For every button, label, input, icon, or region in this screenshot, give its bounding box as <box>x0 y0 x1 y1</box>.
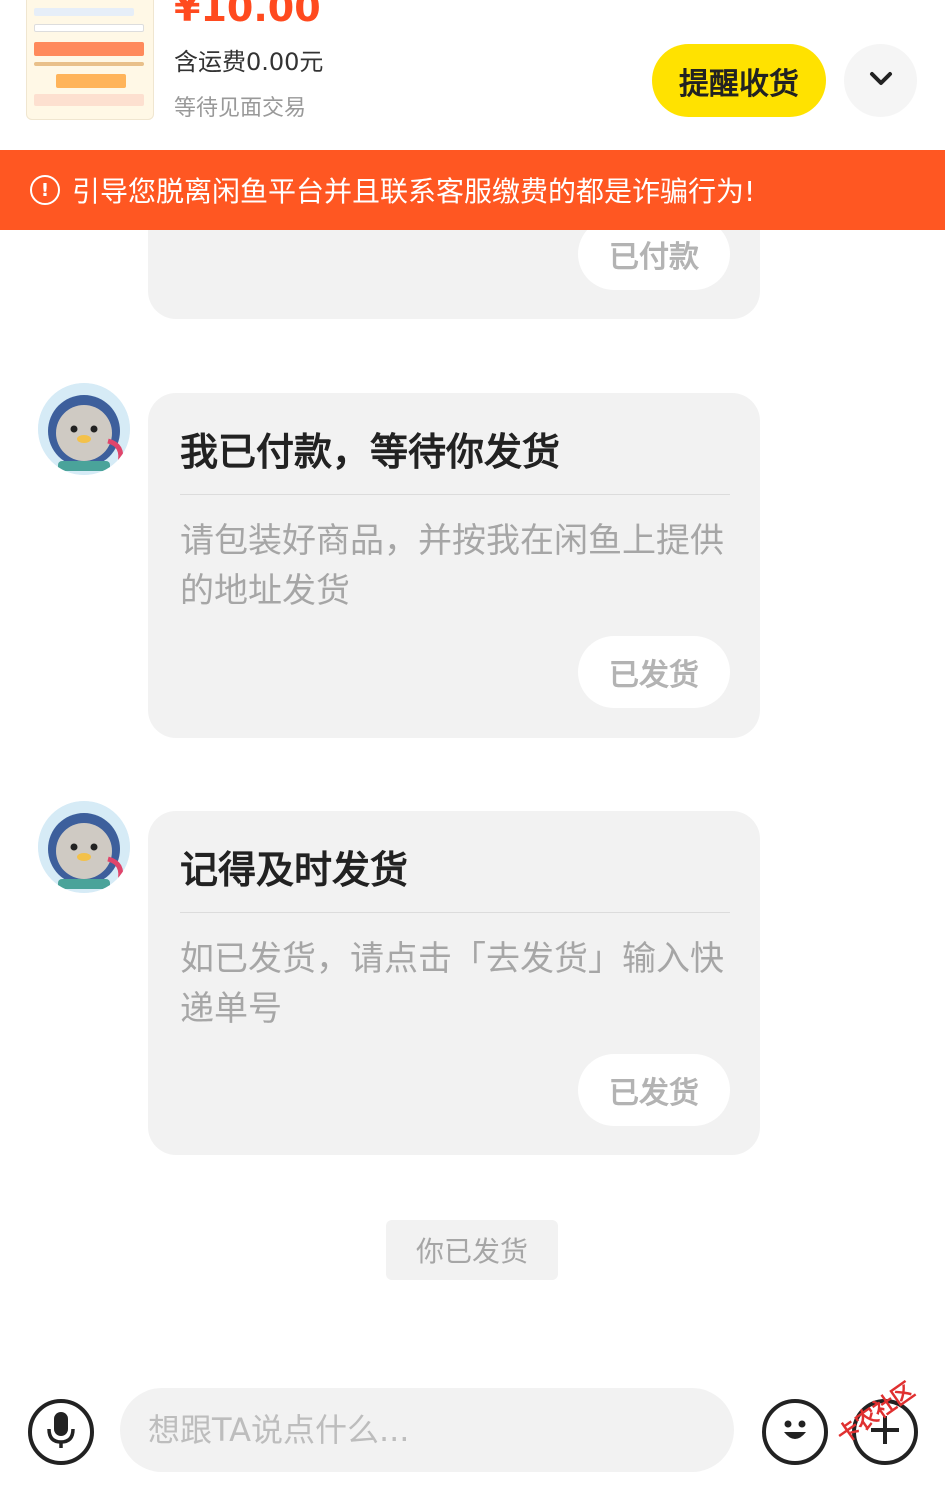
warning-text: 引导您脱离闲鱼平台并且联系客服缴费的都是诈骗行为! <box>72 175 756 208</box>
shipping-fee: 含运费0.00元 <box>174 48 324 76</box>
order-status: 等待见面交易 <box>174 96 307 121</box>
remind-receipt-button[interactable]: 提醒收货 <box>652 44 826 117</box>
chat-card-awaiting-shipment: 我已付款，等待你发货 请包装好商品，并按我在闲鱼上提供的地址发货 已发货 <box>148 393 760 738</box>
avatar[interactable] <box>38 801 130 893</box>
divider <box>180 912 730 913</box>
warning-icon: ! <box>30 175 60 205</box>
message-title: 记得及时发货 <box>180 848 409 892</box>
avatar[interactable] <box>38 383 130 475</box>
input-bar <box>0 1360 945 1500</box>
shipped-button[interactable]: 已发货 <box>578 636 730 708</box>
order-price: ¥10.00 <box>174 0 321 30</box>
divider <box>180 494 730 495</box>
message-body: 如已发货，请点击「去发货」输入快递单号 <box>180 939 724 1029</box>
expand-button[interactable] <box>844 44 917 117</box>
system-note: 你已发货 <box>386 1220 558 1280</box>
emoji-button[interactable] <box>762 1399 828 1465</box>
chevron-down-icon <box>868 70 894 92</box>
message-title: 我已付款，等待你发货 <box>180 430 561 474</box>
product-thumbnail[interactable] <box>26 0 154 120</box>
message-input[interactable] <box>120 1388 734 1472</box>
fraud-warning-banner: ! 引导您脱离闲鱼平台并且联系客服缴费的都是诈骗行为! <box>0 150 945 230</box>
voice-button[interactable] <box>28 1399 94 1465</box>
order-header: ¥10.00 含运费0.00元 等待见面交易 提醒收货 <box>0 0 945 150</box>
chat-card-ship-reminder: 记得及时发货 如已发货，请点击「去发货」输入快递单号 已发货 <box>148 811 760 1155</box>
shipped-button[interactable]: 已发货 <box>578 1054 730 1126</box>
microphone-icon <box>46 1410 76 1454</box>
emoji-icon <box>775 1410 815 1454</box>
message-body: 请包装好商品，并按我在闲鱼上提供的地址发货 <box>180 521 724 611</box>
